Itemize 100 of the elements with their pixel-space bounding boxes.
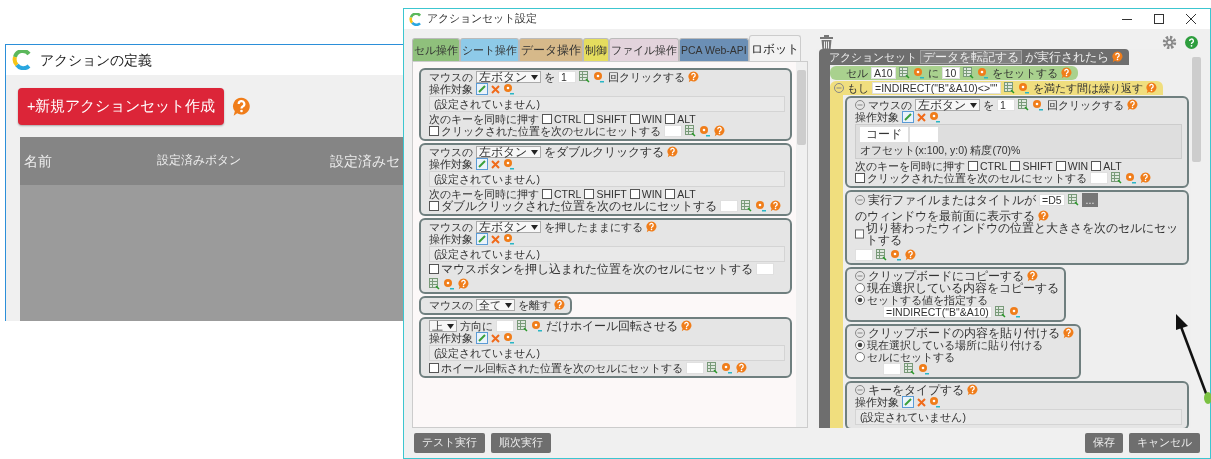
edit-icon[interactable] xyxy=(902,111,914,123)
variable-icon[interactable] xyxy=(699,125,711,137)
cell-picker-icon[interactable] xyxy=(579,71,590,83)
help-icon[interactable] xyxy=(736,362,747,374)
footer-button[interactable]: 順次実行 xyxy=(491,433,551,453)
help-icon[interactable] xyxy=(770,200,781,212)
dropdown[interactable]: 左ボタン xyxy=(915,99,980,111)
tab[interactable]: セル操作 xyxy=(412,38,460,61)
trash-icon[interactable] xyxy=(820,34,833,50)
checkbox[interactable] xyxy=(1091,161,1102,171)
variable-icon[interactable] xyxy=(1008,306,1021,318)
edit-icon[interactable] xyxy=(476,158,488,170)
help-icon[interactable] xyxy=(646,221,657,233)
variable-icon[interactable] xyxy=(1032,99,1044,111)
radio-button[interactable] xyxy=(855,295,865,305)
help-icon[interactable] xyxy=(1027,270,1038,282)
collapse-icon[interactable] xyxy=(834,83,844,93)
value-field[interactable] xyxy=(855,249,873,261)
value-field[interactable] xyxy=(664,125,682,137)
cell-picker-icon[interactable] xyxy=(707,362,718,374)
checkbox[interactable] xyxy=(584,189,595,199)
checkbox[interactable] xyxy=(629,114,640,124)
delete-icon[interactable] xyxy=(917,112,926,122)
footer-button[interactable]: テスト実行 xyxy=(414,433,485,453)
edit-icon[interactable] xyxy=(902,396,914,408)
checkbox[interactable] xyxy=(855,229,865,239)
variable-icon[interactable] xyxy=(976,67,989,79)
value-field[interactable]: =INDIRECT("B"&A10)<>"" xyxy=(872,82,1001,94)
variable-icon[interactable] xyxy=(503,233,515,245)
radio-button[interactable] xyxy=(855,340,865,350)
value-field[interactable]: A10 xyxy=(871,67,896,79)
delete-icon[interactable] xyxy=(491,84,500,94)
variable-icon[interactable] xyxy=(912,67,925,79)
cell-picker-icon[interactable] xyxy=(904,363,915,375)
dropdown[interactable]: 上 xyxy=(429,320,457,332)
help-icon[interactable] xyxy=(905,249,916,261)
variable-icon[interactable] xyxy=(755,200,767,212)
edit-icon[interactable] xyxy=(476,233,488,245)
checkbox[interactable] xyxy=(1055,161,1066,171)
tab[interactable]: ファイル操作 xyxy=(609,38,679,61)
cell-picker-icon[interactable] xyxy=(1003,82,1015,94)
cell-picker-icon[interactable] xyxy=(1018,99,1029,111)
tab[interactable]: データ操作 xyxy=(519,38,583,61)
variable-icon[interactable] xyxy=(918,363,930,375)
help-icon[interactable] xyxy=(1127,99,1138,111)
dropdown[interactable]: 左ボタン xyxy=(476,221,541,233)
tab[interactable]: PCA Web-API xyxy=(679,38,749,61)
variable-icon[interactable] xyxy=(721,362,733,374)
cell-picker-icon[interactable] xyxy=(741,200,752,212)
help-icon[interactable] xyxy=(667,146,678,158)
close-icon[interactable] xyxy=(1186,14,1196,24)
settings-icon[interactable] xyxy=(1162,34,1177,50)
collapse-icon[interactable] xyxy=(855,100,865,110)
collapse-icon[interactable] xyxy=(855,271,865,281)
cell-picker-icon[interactable] xyxy=(876,249,887,261)
checkbox[interactable] xyxy=(665,114,676,124)
variable-icon[interactable] xyxy=(503,158,515,170)
delete-icon[interactable] xyxy=(491,159,500,169)
collapse-icon[interactable] xyxy=(855,385,865,395)
variable-icon[interactable] xyxy=(890,249,902,261)
value-field[interactable]: =D5 xyxy=(1039,194,1065,206)
variable-icon[interactable] xyxy=(531,320,543,332)
scrollbar-thumb[interactable] xyxy=(1192,57,1201,162)
footer-button[interactable]: キャンセル xyxy=(1129,433,1200,453)
help-icon[interactable] xyxy=(1060,67,1072,79)
checkbox[interactable] xyxy=(855,173,865,183)
variable-icon[interactable] xyxy=(503,83,515,95)
value-field[interactable]: 10 xyxy=(941,67,960,79)
new-action-set-button[interactable]: +新規アクションセット作成 xyxy=(18,88,225,125)
value-field[interactable] xyxy=(720,200,738,212)
delete-icon[interactable] xyxy=(917,397,926,407)
help-icon[interactable] xyxy=(554,299,565,311)
tab[interactable]: ロボット xyxy=(748,35,801,61)
help-icon[interactable] xyxy=(1112,51,1123,63)
checkbox[interactable] xyxy=(542,189,552,199)
variable-icon[interactable] xyxy=(1125,172,1137,184)
edit-icon[interactable] xyxy=(476,332,488,344)
value-field[interactable] xyxy=(756,263,774,275)
value-field[interactable]: =INDIRECT("B"&A10) xyxy=(883,306,992,318)
checkbox[interactable] xyxy=(584,114,595,124)
action-set-chip[interactable]: データを転記する xyxy=(920,50,1022,64)
help-icon[interactable] xyxy=(967,384,978,396)
help-icon[interactable] xyxy=(1063,327,1074,339)
variable-icon[interactable] xyxy=(503,332,515,344)
scrollbar-thumb[interactable] xyxy=(797,70,806,145)
variable-icon[interactable] xyxy=(1017,82,1030,94)
delete-icon[interactable] xyxy=(491,234,500,244)
checkbox[interactable] xyxy=(968,161,978,171)
variable-icon[interactable] xyxy=(443,278,455,290)
variable-icon[interactable] xyxy=(593,71,605,83)
dropdown[interactable]: 左ボタン xyxy=(476,146,541,158)
radio-button[interactable] xyxy=(855,283,865,293)
cell-picker-icon[interactable] xyxy=(962,67,974,79)
value-field[interactable] xyxy=(883,363,901,375)
value-field[interactable]: 1 xyxy=(997,99,1015,111)
cell-picker-icon[interactable] xyxy=(994,306,1006,318)
help-icon[interactable] xyxy=(714,125,725,137)
tab[interactable]: 制御 xyxy=(583,38,609,61)
cell-picker-icon[interactable] xyxy=(898,67,910,79)
help-icon[interactable] xyxy=(681,320,692,332)
